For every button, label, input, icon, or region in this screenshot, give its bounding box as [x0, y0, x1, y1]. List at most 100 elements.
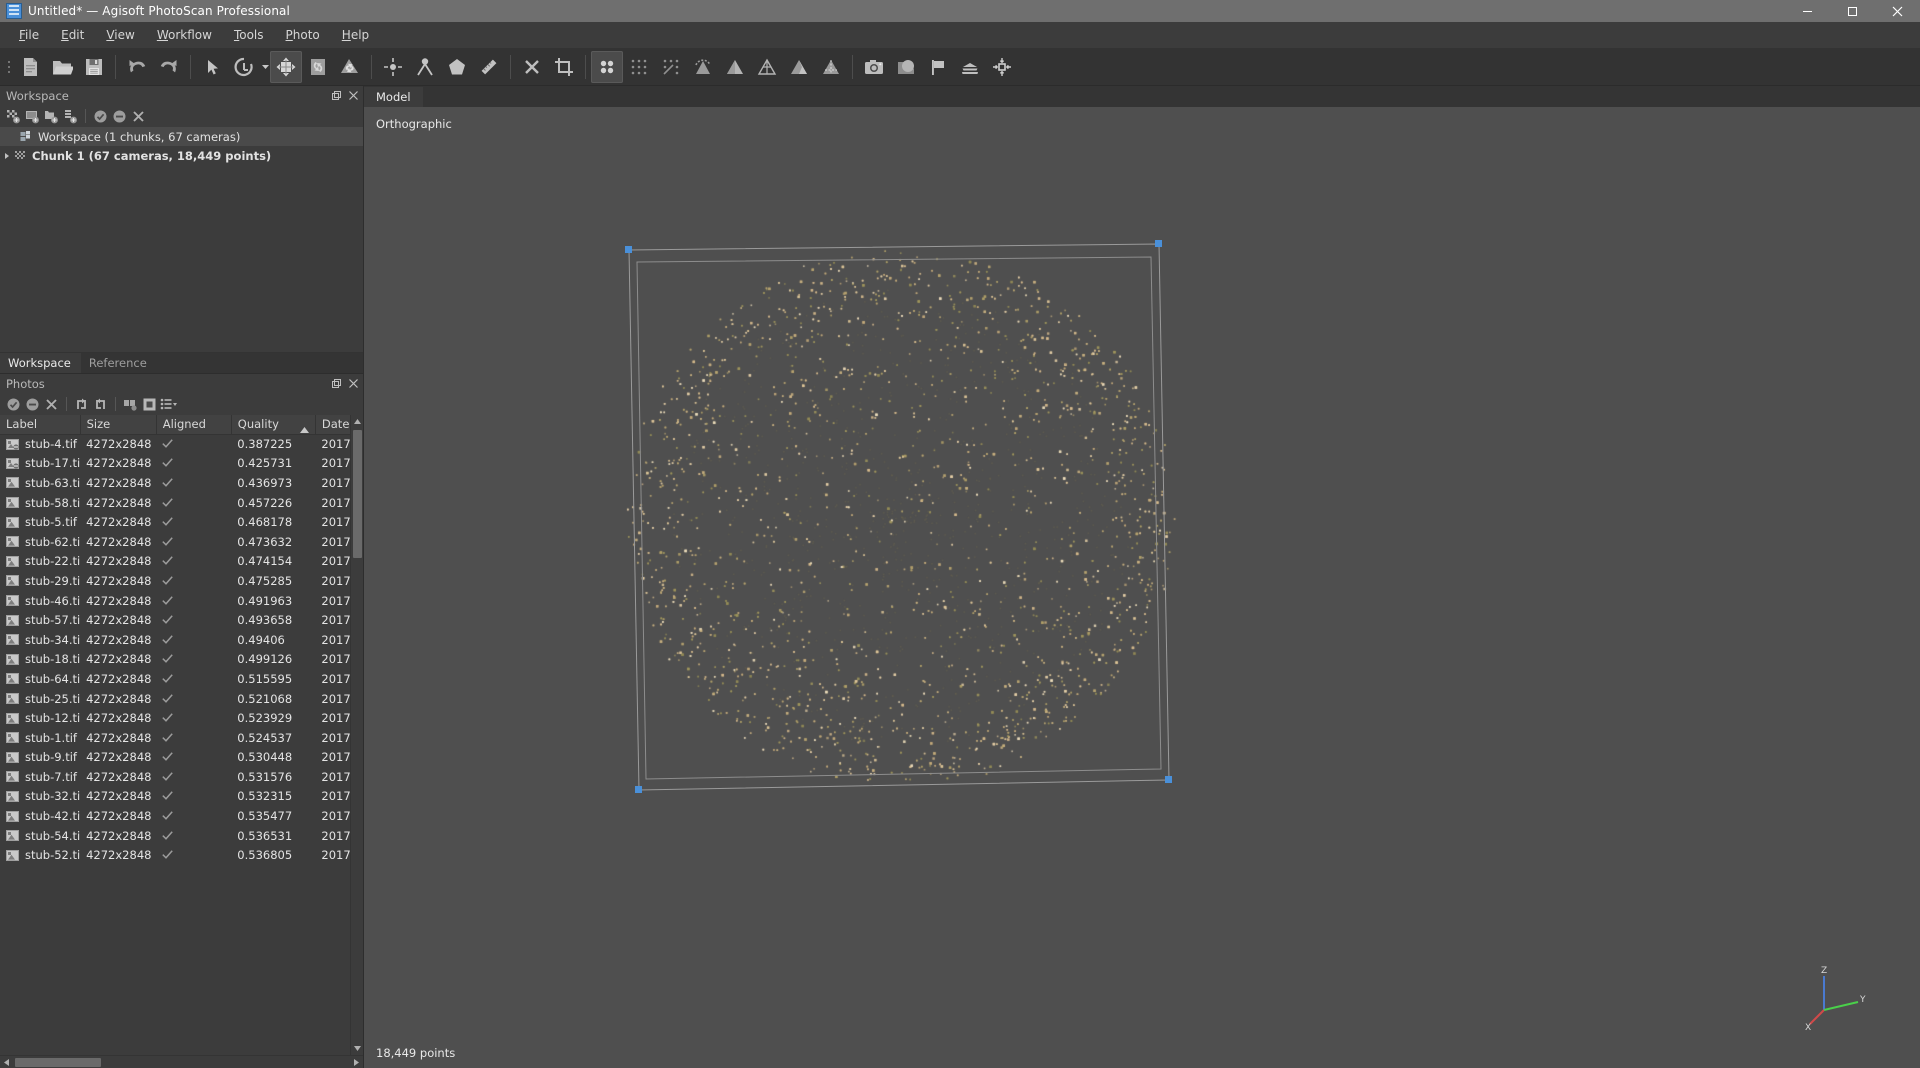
wireframe-model-icon[interactable]: [751, 51, 783, 83]
table-row[interactable]: stub-54.tif 4272x2848 0.536531 2017:: [0, 826, 350, 846]
table-row[interactable]: stub-32.tif 4272x2848 0.532315 2017:: [0, 787, 350, 807]
close-button[interactable]: [1875, 0, 1920, 22]
undock-icon[interactable]: [332, 377, 341, 391]
disable-icon[interactable]: [110, 107, 129, 126]
table-row[interactable]: stub-42.tif 4272x2848 0.535477 2017:: [0, 806, 350, 826]
sparse-cloud-icon[interactable]: [655, 51, 687, 83]
view-mode-icon[interactable]: [159, 395, 178, 414]
table-row[interactable]: stub-5.tif 4272x2848 0.468178 2017:: [0, 512, 350, 532]
workspace-tree[interactable]: Workspace (1 chunks, 67 cameras) Chunk 1…: [0, 127, 363, 309]
shaded-model-icon[interactable]: [719, 51, 751, 83]
scroll-left-arrow-icon[interactable]: [0, 1056, 13, 1068]
tree-row-workspace[interactable]: Workspace (1 chunks, 67 cameras): [0, 127, 363, 146]
add-marker-icon[interactable]: [409, 51, 441, 83]
scroll-right-arrow-icon[interactable]: [350, 1056, 363, 1068]
reset-view-icon[interactable]: [986, 51, 1018, 83]
masks-icon[interactable]: [140, 395, 159, 414]
table-row[interactable]: stub-58.tif 4272x2848 0.457226 2017:: [0, 493, 350, 513]
add-markers-icon[interactable]: [61, 107, 80, 126]
table-row[interactable]: stub-29.tif 4272x2848 0.475285 2017:: [0, 571, 350, 591]
table-row[interactable]: stub-25.tif 4272x2848 0.521068 2017:: [0, 689, 350, 709]
model-viewport[interactable]: Orthographic 18,449 points: [364, 107, 1920, 1068]
texture-icon[interactable]: [890, 51, 922, 83]
table-row[interactable]: stub-63.tif 4272x2848 0.436973 2017:: [0, 473, 350, 493]
close-icon[interactable]: [349, 377, 358, 391]
undo-icon[interactable]: [121, 51, 153, 83]
open-folder-icon[interactable]: [46, 51, 78, 83]
column-header-quality[interactable]: Quality: [231, 415, 316, 435]
add-shape-icon[interactable]: [441, 51, 473, 83]
tab-reference[interactable]: Reference: [81, 353, 157, 373]
select-arrow-icon[interactable]: [196, 51, 228, 83]
scroll-down-arrow-icon[interactable]: [351, 1042, 363, 1055]
menu-workflow[interactable]: Workflow: [146, 25, 223, 45]
photos-table[interactable]: Label Size Aligned Quality Date stub-4.t…: [0, 415, 363, 1055]
maximize-button[interactable]: [1830, 0, 1875, 22]
delete-selection-icon[interactable]: [516, 51, 548, 83]
table-row[interactable]: stub-62.tif 4272x2848 0.473632 2017:: [0, 532, 350, 552]
table-row[interactable]: stub-9.tif 4272x2848 0.530448 2017:: [0, 748, 350, 768]
solid-model-icon[interactable]: [783, 51, 815, 83]
table-row[interactable]: stub-4.tif 4272x2848 0.387225 2017:: [0, 434, 350, 454]
table-row[interactable]: stub-64.tif 4272x2848 0.515595 2017:: [0, 669, 350, 689]
estimate-quality-icon[interactable]: [121, 395, 140, 414]
rotate-right-icon[interactable]: [91, 395, 110, 414]
tiled-model-icon[interactable]: [954, 51, 986, 83]
table-row[interactable]: stub-17.tif 4272x2848 0.425731 2017:: [0, 454, 350, 474]
undock-icon[interactable]: [332, 89, 341, 103]
column-header-aligned[interactable]: Aligned: [156, 415, 232, 435]
add-point-icon[interactable]: [377, 51, 409, 83]
rotate-left-icon[interactable]: [72, 395, 91, 414]
redo-icon[interactable]: [153, 51, 185, 83]
table-row[interactable]: stub-1.tif 4272x2848 0.524537 2017:: [0, 728, 350, 748]
tab-model[interactable]: Model: [364, 87, 423, 107]
table-row[interactable]: stub-18.tif 4272x2848 0.499126 2017:: [0, 650, 350, 670]
rotate-region-icon[interactable]: [334, 51, 366, 83]
save-icon[interactable]: [78, 51, 110, 83]
add-photos-icon[interactable]: [23, 107, 42, 126]
marker-flag-icon[interactable]: [922, 51, 954, 83]
table-row[interactable]: stub-46.tif 4272x2848 0.491963 2017:: [0, 591, 350, 611]
close-icon[interactable]: [349, 89, 358, 103]
minimize-button[interactable]: [1785, 0, 1830, 22]
table-row[interactable]: stub-12.tif 4272x2848 0.523929 2017:: [0, 708, 350, 728]
chevron-down-icon[interactable]: [260, 51, 270, 83]
enable-icon[interactable]: [4, 395, 23, 414]
menu-photo[interactable]: Photo: [275, 25, 331, 45]
table-row[interactable]: stub-22.tif 4272x2848 0.474154 2017:: [0, 552, 350, 572]
chevron-right-icon[interactable]: [0, 152, 14, 160]
menu-help[interactable]: Help: [331, 25, 380, 45]
build-mesh-icon[interactable]: [687, 51, 719, 83]
tree-row-chunk[interactable]: Chunk 1 (67 cameras, 18,449 points): [0, 146, 363, 165]
menu-tools[interactable]: Tools: [223, 25, 275, 45]
textured-model-icon[interactable]: [815, 51, 847, 83]
table-row[interactable]: stub-34.tif 4272x2848 0.49406 2017:: [0, 630, 350, 650]
menu-view[interactable]: View: [95, 25, 145, 45]
camera-icon[interactable]: [858, 51, 890, 83]
add-folder-icon[interactable]: [42, 107, 61, 126]
tab-workspace[interactable]: Workspace: [0, 353, 81, 373]
ruler-icon[interactable]: [473, 51, 505, 83]
photos-scroll-thumb[interactable]: [353, 430, 362, 558]
photos-vertical-scrollbar[interactable]: [350, 415, 363, 1055]
toolbar-grip[interactable]: [4, 48, 14, 86]
column-header-size[interactable]: Size: [80, 415, 157, 435]
menu-file[interactable]: File: [8, 25, 50, 45]
table-row[interactable]: stub-7.tif 4272x2848 0.531576 2017:: [0, 767, 350, 787]
rotate-object-icon[interactable]: [228, 51, 260, 83]
disable-icon[interactable]: [23, 395, 42, 414]
dense-cloud-icon[interactable]: [623, 51, 655, 83]
remove-icon[interactable]: [129, 107, 148, 126]
table-row[interactable]: stub-57.tif 4272x2848 0.493658 2017:: [0, 610, 350, 630]
resize-region-icon[interactable]: [302, 51, 334, 83]
menu-edit[interactable]: Edit: [50, 25, 95, 45]
remove-icon[interactable]: [42, 395, 61, 414]
crop-selection-icon[interactable]: [548, 51, 580, 83]
enable-icon[interactable]: [91, 107, 110, 126]
point-cloud-icon[interactable]: [591, 50, 623, 83]
photos-hscroll-thumb[interactable]: [15, 1058, 101, 1067]
move-object-icon[interactable]: [270, 50, 302, 83]
table-row[interactable]: stub-52.tif 4272x2848 0.536805 2017:: [0, 845, 350, 865]
add-chunk-icon[interactable]: [4, 107, 23, 126]
column-header-date[interactable]: Date: [315, 415, 350, 435]
